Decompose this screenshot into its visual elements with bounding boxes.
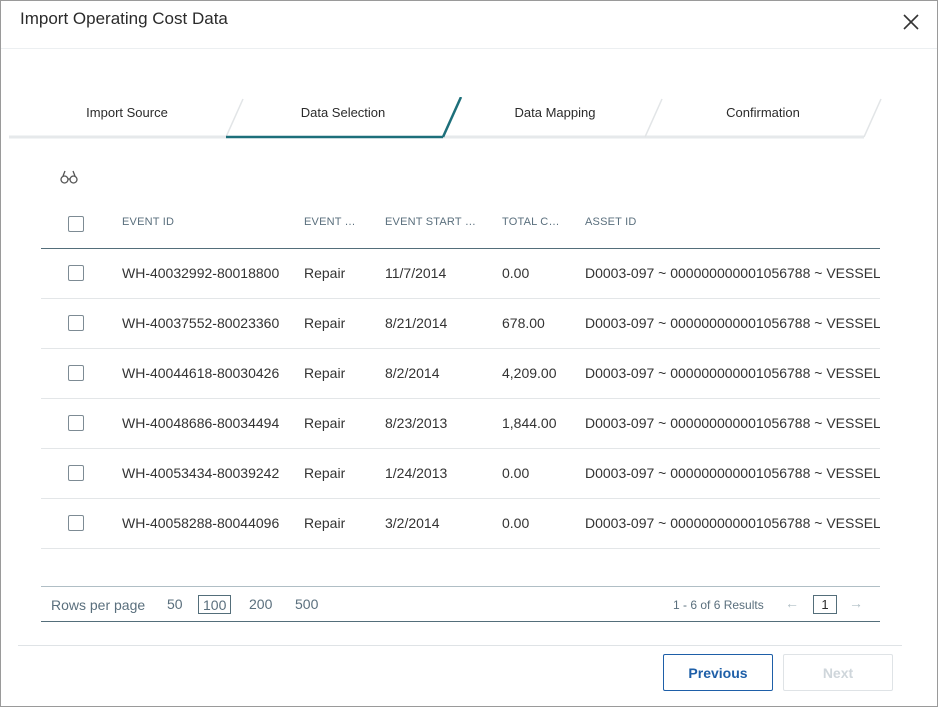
binoculars-icon[interactable] <box>60 169 78 185</box>
step-data-selection[interactable]: Data Selection <box>245 105 441 120</box>
cell-event-id: WH-40048686-80034494 <box>122 415 280 431</box>
cell-total-cost: 0.00 <box>502 465 530 481</box>
table-row[interactable]: WH-40048686-80034494 Repair 8/23/2013 1,… <box>41 399 880 449</box>
previous-button[interactable]: Previous <box>663 654 773 691</box>
cell-event-id: WH-40053434-80039242 <box>122 465 280 481</box>
cell-asset-id: D0003-097 ~ 000000000001056788 ~ VESSEL … <box>585 265 880 281</box>
pager: Rows per page 50 100 200 500 1 - 6 of 6 … <box>41 586 880 622</box>
cell-total-cost: 4,209.00 <box>502 365 557 381</box>
prev-page-arrow-icon[interactable]: ← <box>785 595 799 611</box>
cell-start-date: 8/23/2013 <box>385 415 448 431</box>
rows-per-page-200[interactable]: 200 <box>245 595 276 614</box>
cell-event-type: Repair <box>304 315 346 331</box>
cell-total-cost: 0.00 <box>502 265 530 281</box>
rows-per-page-label: Rows per page <box>51 597 146 613</box>
table-row[interactable]: WH-40058288-80044096 Repair 3/2/2014 0.0… <box>41 499 880 549</box>
step-navigator: Import Source Data Selection Data Mappin… <box>9 97 889 141</box>
step-import-source[interactable]: Import Source <box>29 105 225 120</box>
rows-per-page-500[interactable]: 500 <box>291 595 322 614</box>
cell-event-type: Repair <box>304 465 346 481</box>
column-header-asset-id[interactable]: ASSET ID <box>585 216 785 228</box>
row-checkbox[interactable] <box>68 515 84 531</box>
column-header-event-type[interactable]: EVENT TYPE <box>304 216 362 228</box>
close-icon[interactable] <box>900 11 922 33</box>
next-page-arrow-icon[interactable]: → <box>849 595 863 611</box>
cell-start-date: 8/2/2014 <box>385 365 440 381</box>
cell-event-type: Repair <box>304 365 346 381</box>
grid-header: EVENT ID EVENT TYPE EVENT START DATE TOT… <box>41 201 880 249</box>
cell-start-date: 3/2/2014 <box>385 515 440 531</box>
dialog-header: Import Operating Cost Data <box>1 1 937 49</box>
row-checkbox[interactable] <box>68 415 84 431</box>
cell-event-id: WH-40037552-80023360 <box>122 315 280 331</box>
cell-event-type: Repair <box>304 515 346 531</box>
column-header-event-id[interactable]: EVENT ID <box>122 216 292 228</box>
cell-start-date: 8/21/2014 <box>385 315 448 331</box>
select-all-checkbox[interactable] <box>68 216 84 232</box>
cell-start-date: 11/7/2014 <box>385 265 447 281</box>
cell-event-id: WH-40058288-80044096 <box>122 515 280 531</box>
row-checkbox[interactable] <box>68 265 84 281</box>
cell-asset-id: D0003-097 ~ 000000000001056788 ~ VESSEL … <box>585 315 880 331</box>
cell-total-cost: 1,844.00 <box>502 415 557 431</box>
cell-asset-id: D0003-097 ~ 000000000001056788 ~ VESSEL … <box>585 515 880 531</box>
cell-event-id: WH-40032992-80018800 <box>122 265 280 281</box>
step-data-mapping[interactable]: Data Mapping <box>457 105 653 120</box>
row-checkbox[interactable] <box>68 315 84 331</box>
column-header-total-cost[interactable]: TOTAL COST <box>502 216 562 228</box>
footer-divider <box>18 645 902 646</box>
current-page[interactable]: 1 <box>813 595 837 614</box>
event-grid: EVENT ID EVENT TYPE EVENT START DATE TOT… <box>41 201 880 549</box>
row-checkbox[interactable] <box>68 465 84 481</box>
dialog-title: Import Operating Cost Data <box>20 9 228 28</box>
step-confirmation[interactable]: Confirmation <box>665 105 861 120</box>
cell-event-type: Repair <box>304 415 346 431</box>
cell-total-cost: 678.00 <box>502 315 545 331</box>
cell-start-date: 1/24/2013 <box>385 465 448 481</box>
column-header-event-start-date[interactable]: EVENT START DATE <box>385 216 477 228</box>
row-checkbox[interactable] <box>68 365 84 381</box>
table-row[interactable]: WH-40037552-80023360 Repair 8/21/2014 67… <box>41 299 880 349</box>
table-row[interactable]: WH-40044618-80030426 Repair 8/2/2014 4,2… <box>41 349 880 399</box>
next-button[interactable]: Next <box>783 654 893 691</box>
rows-per-page-50[interactable]: 50 <box>163 595 187 614</box>
cell-asset-id: D0003-097 ~ 000000000001056788 ~ VESSEL … <box>585 365 880 381</box>
import-dialog: Import Operating Cost Data Import Source… <box>0 0 938 707</box>
results-count: 1 - 6 of 6 Results <box>673 598 764 612</box>
table-row[interactable]: WH-40053434-80039242 Repair 1/24/2013 0.… <box>41 449 880 499</box>
cell-asset-id: D0003-097 ~ 000000000001056788 ~ VESSEL … <box>585 465 880 481</box>
table-row[interactable]: WH-40032992-80018800 Repair 11/7/2014 0.… <box>41 249 880 299</box>
cell-event-id: WH-40044618-80030426 <box>122 365 280 381</box>
cell-total-cost: 0.00 <box>502 515 530 531</box>
cell-event-type: Repair <box>304 265 346 281</box>
cell-asset-id: D0003-097 ~ 000000000001056788 ~ VESSEL … <box>585 415 880 431</box>
rows-per-page-100[interactable]: 100 <box>198 595 232 614</box>
